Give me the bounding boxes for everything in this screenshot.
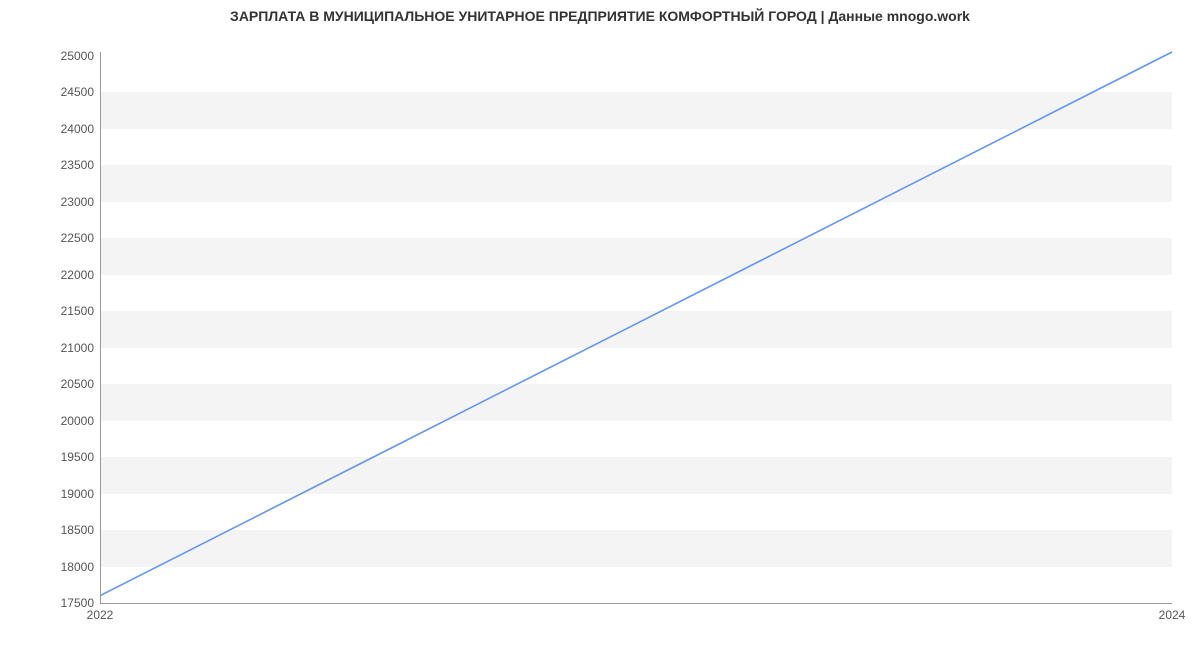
y-tick-label: 24000 bbox=[4, 122, 94, 136]
x-axis-line bbox=[100, 603, 1172, 604]
x-tick-label: 2024 bbox=[1159, 608, 1186, 622]
chart-title: ЗАРПЛАТА В МУНИЦИПАЛЬНОЕ УНИТАРНОЕ ПРЕДП… bbox=[0, 8, 1200, 24]
plot-area bbox=[100, 52, 1172, 603]
y-tick-label: 20000 bbox=[4, 414, 94, 428]
y-tick-label: 18500 bbox=[4, 523, 94, 537]
salary-line-chart: ЗАРПЛАТА В МУНИЦИПАЛЬНОЕ УНИТАРНОЕ ПРЕДП… bbox=[0, 0, 1200, 650]
y-tick-label: 22500 bbox=[4, 231, 94, 245]
y-axis-line bbox=[100, 52, 101, 603]
y-tick-label: 25000 bbox=[4, 49, 94, 63]
y-tick-label: 21500 bbox=[4, 304, 94, 318]
series-line bbox=[100, 52, 1172, 596]
x-tick-label: 2022 bbox=[87, 608, 114, 622]
y-tick-label: 20500 bbox=[4, 377, 94, 391]
line-layer bbox=[100, 52, 1172, 603]
y-tick-label: 21000 bbox=[4, 341, 94, 355]
y-tick-label: 17500 bbox=[4, 596, 94, 610]
y-tick-label: 23500 bbox=[4, 158, 94, 172]
y-tick-label: 22000 bbox=[4, 268, 94, 282]
y-tick-label: 19000 bbox=[4, 487, 94, 501]
y-tick-label: 18000 bbox=[4, 560, 94, 574]
y-tick-label: 24500 bbox=[4, 85, 94, 99]
y-tick-label: 19500 bbox=[4, 450, 94, 464]
y-tick-label: 23000 bbox=[4, 195, 94, 209]
